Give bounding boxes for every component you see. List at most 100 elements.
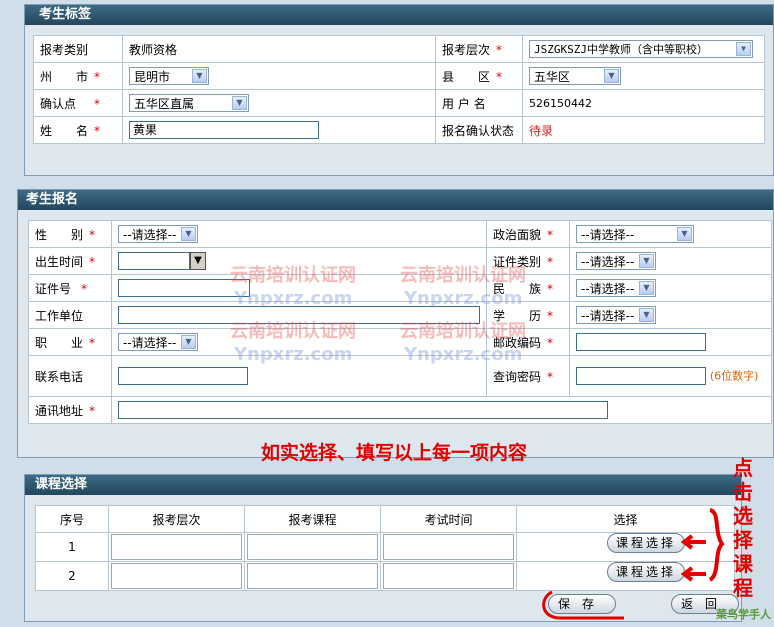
postcode-cell (569, 328, 772, 356)
required-mark: * (547, 308, 554, 323)
select-course-button[interactable]: 课程选择 (607, 533, 685, 553)
city-select-value: 昆明市 (134, 70, 171, 84)
chevron-down-icon: ▼ (639, 254, 654, 268)
row-no: 2 (35, 561, 109, 591)
row-no: 1 (35, 532, 109, 562)
postcode-input[interactable] (576, 333, 706, 351)
job-label-cell: 职 业 * (28, 328, 112, 356)
chevron-down-icon: ▼ (736, 42, 751, 56)
col-header-course: 报考课程 (244, 505, 381, 533)
level-label: 报考层次 (442, 42, 491, 57)
chevron-down-icon: ▼ (192, 69, 207, 83)
watermark-en: Ynpxrz.com (404, 344, 523, 365)
confirm-point-label: 确认点 (40, 96, 77, 111)
required-mark: * (89, 335, 96, 350)
gender-cell: --请选择-- ▼ (111, 220, 487, 248)
chevron-down-icon: ▼ (604, 69, 619, 83)
confirm-point-select[interactable]: 五华区直属 ▼ (129, 94, 249, 112)
political-cell: --请选择-- ▼ (569, 220, 772, 248)
address-input[interactable] (118, 401, 608, 419)
required-mark: * (94, 69, 101, 84)
ethnic-select[interactable]: --请选择-- ▼ (576, 279, 656, 297)
education-select[interactable]: --请选择-- ▼ (576, 306, 656, 324)
col-header-time: 考试时间 (380, 505, 517, 533)
status-label: 报名确认状态 (435, 116, 523, 144)
status-value: 待录 (522, 116, 765, 144)
birth-label: 出生时间 (35, 254, 84, 269)
phone-input[interactable] (118, 367, 248, 385)
username-value: 526150442 (522, 89, 765, 117)
confirm-point-select-value: 五华区直属 (134, 97, 195, 111)
education-cell: --请选择-- ▼ (569, 301, 772, 329)
watermark-cn: 云南培训认证网 (400, 321, 526, 342)
job-select[interactable]: --请选择-- ▼ (118, 333, 198, 351)
id-no-label-cell: 证件号 * (28, 274, 112, 302)
political-select[interactable]: --请选择-- ▼ (576, 225, 694, 243)
username-label: 用 户 名 (435, 89, 523, 117)
chevron-down-icon: ▼ (639, 308, 654, 322)
col-header-level: 报考层次 (108, 505, 245, 533)
address-label-cell: 通讯地址 * (28, 396, 112, 424)
confirm-point-cell: 五华区直属 ▼ (122, 89, 436, 117)
county-select[interactable]: 五华区 ▼ (529, 67, 621, 85)
phone-label: 联系电话 (28, 355, 112, 397)
required-mark: * (547, 281, 554, 296)
city-select[interactable]: 昆明市 ▼ (129, 67, 209, 85)
confirm-point-label-cell: 确认点 * (33, 89, 123, 117)
calendar-dropdown-icon[interactable]: ▼ (190, 252, 206, 270)
required-mark: * (496, 69, 503, 84)
select-course-button[interactable]: 课程选择 (607, 562, 685, 582)
level-select[interactable]: JSZGKSZJ中学教师（含中等职校） ▼ (529, 40, 753, 58)
watermark-cn: 云南培训认证网 (230, 265, 356, 286)
chevron-down-icon: ▼ (232, 96, 247, 110)
county-cell: 五华区 ▼ (522, 62, 765, 90)
arrow-annotation-icon (680, 508, 725, 582)
name-label: 姓 名 (40, 123, 89, 138)
watermark-en: Ynpxrz.com (404, 288, 523, 309)
chevron-down-icon: ▼ (639, 281, 654, 295)
exam-tag-table: 报考类别 教师资格 报考层次 * JSZGKSZJ中学教师（含中等职校） ▼ 州 市… (33, 35, 765, 144)
query-password-input[interactable] (576, 367, 706, 385)
county-label-cell: 县 区 * (435, 62, 523, 90)
ethnic-cell: --请选择-- ▼ (569, 274, 772, 302)
level-cell: JSZGKSZJ中学教师（含中等职校） ▼ (522, 35, 765, 63)
political-label: 政治面貌 (493, 227, 542, 242)
county-label: 县 区 (442, 69, 491, 84)
chevron-down-icon: ▼ (677, 227, 692, 241)
required-mark: * (547, 369, 554, 384)
watermark-en: Ynpxrz.com (234, 288, 353, 309)
political-label-cell: 政治面貌 * (486, 220, 570, 248)
save-highlight-icon (542, 590, 624, 620)
required-mark: * (496, 42, 503, 57)
col-header-no: 序号 (35, 505, 109, 533)
ethnic-select-value: --请选择-- (581, 282, 635, 296)
query-pwd-label: 查询密码 (493, 369, 542, 384)
exam-tag-panel-title: 考生标签 (25, 5, 773, 25)
gender-label: 性 别 (35, 227, 84, 242)
education-select-value: --请选择-- (581, 309, 635, 323)
query-pwd-hint: (6位数字) (709, 369, 759, 383)
work-label: 工作单位 (28, 301, 112, 329)
gender-label-cell: 性 别 * (28, 220, 112, 248)
county-select-value: 五华区 (534, 70, 571, 84)
course-name-cell (247, 563, 378, 589)
required-mark: * (89, 227, 96, 242)
fill-instruction-annotation: 如实选择、填写以上每一项内容 (261, 442, 528, 464)
level-label-cell: 报考层次 * (435, 35, 523, 63)
birth-date-input[interactable] (118, 252, 190, 270)
exam-type-label: 报考类别 (33, 35, 123, 63)
course-level-cell (111, 534, 242, 560)
address-label: 通讯地址 (35, 403, 84, 418)
corner-logo: 菜鸟学手人 (716, 608, 771, 621)
name-input[interactable]: 黄果 (129, 121, 319, 139)
gender-select[interactable]: --请选择-- ▼ (118, 225, 198, 243)
id-type-select[interactable]: --请选择-- ▼ (576, 252, 656, 270)
name-label-cell: 姓 名 * (33, 116, 123, 144)
chevron-down-icon: ▼ (181, 335, 196, 349)
exam-type-value: 教师资格 (122, 35, 436, 63)
required-mark: * (89, 403, 96, 418)
level-select-value: JSZGKSZJ中学教师（含中等职校） (534, 43, 708, 56)
course-name-cell (247, 534, 378, 560)
query-pwd-cell: (6位数字) (569, 355, 772, 397)
required-mark: * (94, 96, 101, 111)
